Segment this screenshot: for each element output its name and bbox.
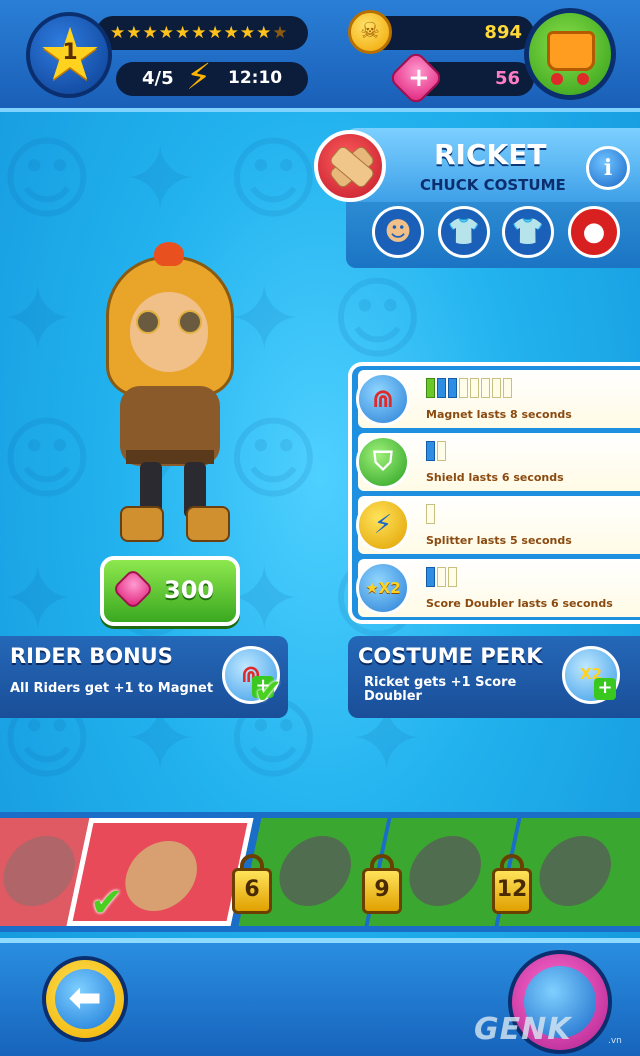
- perk-label: Magnet lasts 8 seconds: [426, 408, 572, 421]
- checkmark-icon: ✔: [254, 672, 283, 712]
- perk-label: Score Doubler lasts 6 seconds: [426, 597, 613, 610]
- perk-level-bar: [426, 567, 459, 589]
- watermark-domain: .vn: [608, 1036, 622, 1046]
- padlock-icon: 12: [492, 868, 532, 914]
- costume-slot-green-shirt[interactable]: 👕: [502, 206, 554, 258]
- costume-perk-title: COSTUME PERK: [358, 644, 543, 668]
- perk-level-segment: [481, 378, 490, 398]
- stars-empty: ★: [272, 23, 289, 43]
- perk-level-bar: [426, 504, 437, 526]
- character-boot: [120, 506, 164, 542]
- costume-slot-rider-face[interactable]: ☻: [372, 206, 424, 258]
- perk-row-magnet[interactable]: ⋒ Magnet lasts 8 seconds: [356, 370, 640, 428]
- shield-icon: ⛉: [356, 435, 410, 489]
- gem-value: 56: [494, 68, 520, 89]
- energy-count: 4/5: [142, 68, 174, 89]
- perk-level-segment: [470, 378, 479, 398]
- splitter-coin-icon: ⚡: [356, 498, 410, 552]
- perk-row-splitter[interactable]: ⚡ Splitter lasts 5 seconds: [356, 496, 640, 554]
- character-boot: [186, 506, 230, 542]
- back-button[interactable]: ⬅: [42, 956, 128, 1042]
- rider-portrait-silhouette: [402, 836, 488, 906]
- plus-icon: +: [594, 678, 616, 700]
- info-button[interactable]: i: [586, 146, 630, 190]
- magnet-icon: ⋒: [356, 372, 410, 426]
- perk-row-score-doubler[interactable]: ★X2 Score Doubler lasts 6 seconds: [356, 559, 640, 617]
- shop-button[interactable]: [524, 8, 616, 100]
- rider-portrait-silhouette: [272, 836, 358, 906]
- costume-name: CHUCK COSTUME: [420, 176, 566, 194]
- perk-level-segment: [426, 567, 435, 587]
- perk-label: Shield lasts 6 seconds: [426, 471, 564, 484]
- perk-level-segment: [459, 378, 468, 398]
- perk-level-segment: [426, 504, 435, 524]
- costume-slot-pink-shirt[interactable]: 👕: [438, 206, 490, 258]
- perk-level-segment: [492, 378, 501, 398]
- perk-level-bar: [426, 378, 514, 400]
- padlock-icon: 9: [362, 868, 402, 914]
- rider-portrait-silhouette: [532, 836, 618, 906]
- gem-icon: [111, 567, 155, 611]
- character-figure: [100, 236, 250, 548]
- perk-level-segment: [426, 378, 435, 398]
- costume-perk-panel: COSTUME PERK Ricket gets +1 Score Double…: [348, 636, 640, 718]
- perk-level-segment: [503, 378, 512, 398]
- level-badge[interactable]: ★ 1: [26, 12, 112, 98]
- perk-level-segment: [426, 441, 435, 461]
- perks-panel: ⋒ Magnet lasts 8 seconds ⛉ Shield lasts …: [348, 362, 640, 624]
- goggles-icon: [136, 310, 160, 334]
- cart-wheel-icon: [577, 73, 589, 85]
- lightning-bolt-icon: ⚡: [186, 57, 212, 98]
- energy-bar: 4/5 ⚡ 12:10: [116, 58, 308, 98]
- cart-wheel-icon: [551, 73, 563, 85]
- stars-filled: ★★★★★★★★★★: [110, 23, 273, 43]
- rider-portrait: [0, 836, 82, 906]
- goggles-icon: [178, 310, 202, 334]
- skull-coin-icon: ☠: [348, 10, 392, 54]
- selected-checkmark-icon: ✔: [90, 880, 124, 926]
- bandage-badge: [314, 130, 386, 202]
- rider-bonus-title: RIDER BONUS: [10, 644, 173, 668]
- perk-level-segment: [437, 378, 446, 398]
- perk-level-segment: [437, 441, 446, 461]
- costume-perk-text: Ricket gets +1 Score Doubler: [364, 675, 517, 704]
- score-doubler-icon: ★X2: [356, 561, 410, 615]
- xp-stars-bar: ★★★★★★★★★★★: [96, 16, 308, 50]
- rider-bonus-panel: RIDER BONUS All Riders get +1 to Magnet …: [0, 636, 288, 718]
- perk-level-bar: [426, 441, 448, 463]
- perk-label: Splitter lasts 5 seconds: [426, 534, 572, 547]
- buy-price: 300: [164, 576, 215, 604]
- coin-value: 894: [484, 22, 522, 43]
- bird-beak: [154, 242, 184, 266]
- perk-level-segment: [448, 567, 457, 587]
- plus-icon: +: [408, 63, 430, 93]
- energy-timer: 12:10: [228, 68, 283, 88]
- shopping-cart-icon: [547, 31, 595, 71]
- padlock-icon: 6: [232, 868, 272, 914]
- perk-level-segment: [448, 378, 457, 398]
- level-number: 1: [62, 40, 78, 65]
- back-arrow-icon: ⬅: [55, 969, 115, 1029]
- perk-level-segment: [437, 567, 446, 587]
- costume-slot-red-bird[interactable]: ●: [568, 206, 620, 258]
- buy-costume-button[interactable]: 300: [100, 556, 240, 626]
- rider-bonus-text: All Riders get +1 to Magnet: [10, 681, 214, 696]
- perk-row-shield[interactable]: ⛉ Shield lasts 6 seconds: [356, 433, 640, 491]
- watermark-logo: GENK: [474, 1012, 572, 1047]
